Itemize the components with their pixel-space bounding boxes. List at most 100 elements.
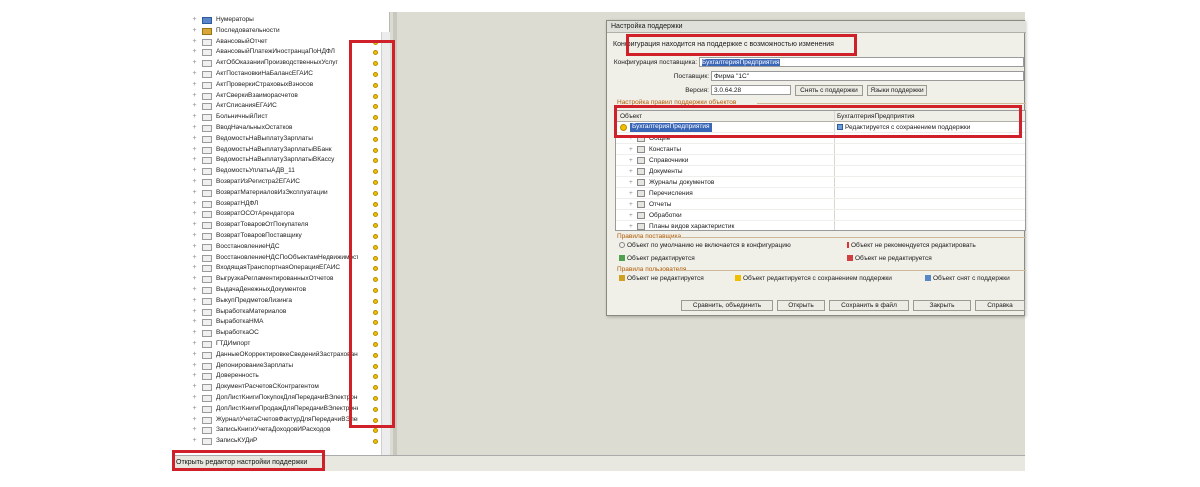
expand-icon[interactable]: + bbox=[191, 135, 198, 143]
grid-row[interactable]: + Общие bbox=[616, 133, 1025, 144]
open-button[interactable]: Открыть bbox=[777, 300, 825, 311]
expand-icon[interactable]: + bbox=[629, 168, 633, 175]
tree-item[interactable]: + ВыработкаНМА bbox=[172, 317, 389, 328]
expand-icon[interactable]: + bbox=[191, 372, 198, 380]
tree-item[interactable]: + АктСверкиВзаиморасчетов bbox=[172, 91, 389, 102]
vendor-config-field[interactable]: БухгалтерияПредприятия bbox=[699, 57, 1024, 67]
expand-icon[interactable]: + bbox=[629, 157, 633, 164]
expand-icon[interactable]: + bbox=[191, 189, 198, 197]
tree-item[interactable]: + ЗаписьКнигиУчетаДоходовИРасходов bbox=[172, 425, 389, 436]
expand-icon[interactable]: + bbox=[191, 264, 198, 272]
expand-icon[interactable]: + bbox=[191, 38, 198, 46]
tree-item[interactable]: + АктСписанияЕГАИС bbox=[172, 101, 389, 112]
expand-icon[interactable]: + bbox=[191, 318, 198, 326]
expand-icon[interactable]: + bbox=[191, 48, 198, 56]
tree-item[interactable]: + ВозвратНДФЛ bbox=[172, 199, 389, 210]
tree-item[interactable]: + ВыдачаДенежныхДокументов bbox=[172, 285, 389, 296]
tree-item[interactable]: + ВыработкаОС bbox=[172, 328, 389, 339]
expand-icon[interactable]: + bbox=[191, 297, 198, 305]
tree-item[interactable]: + АктОбОказанииПроизводственныхУслуг bbox=[172, 58, 389, 69]
expand-icon[interactable]: + bbox=[191, 124, 198, 132]
tree-item[interactable]: + ВводНачальныхОстатков bbox=[172, 123, 389, 134]
tree-item[interactable]: + ДопЛистКнигиПокупокДляПередачиВЭлектрон… bbox=[172, 393, 389, 404]
tree-item[interactable]: + БольничныйЛист bbox=[172, 112, 389, 123]
grid-row[interactable]: + Документы bbox=[616, 166, 1025, 177]
expand-icon[interactable]: + bbox=[191, 362, 198, 370]
grid-row[interactable]: + Отчеты bbox=[616, 199, 1025, 210]
expand-icon[interactable]: + bbox=[191, 405, 198, 413]
expand-icon[interactable]: + bbox=[191, 437, 198, 445]
tree-item[interactable]: + ВедомостьНаВыплатуЗарплатыВБанк bbox=[172, 145, 389, 156]
column-object[interactable]: Объект bbox=[620, 113, 642, 120]
grid-row[interactable]: + Константы bbox=[616, 144, 1025, 155]
expand-icon[interactable]: + bbox=[191, 167, 198, 175]
tree-item[interactable]: + ВосстановлениеНДС bbox=[172, 242, 389, 253]
remove-support-button[interactable]: Снять с поддержки bbox=[795, 85, 863, 96]
tree-item[interactable]: + Последовательности bbox=[172, 26, 389, 37]
expand-icon[interactable]: + bbox=[191, 70, 198, 78]
expand-icon[interactable]: + bbox=[191, 340, 198, 348]
expand-icon[interactable]: + bbox=[191, 275, 198, 283]
expand-icon[interactable]: + bbox=[629, 179, 633, 186]
expand-icon[interactable]: + bbox=[191, 113, 198, 121]
expand-icon[interactable]: + bbox=[629, 212, 633, 219]
expand-icon[interactable]: + bbox=[191, 178, 198, 186]
tree-item[interactable]: + АктПроверкиСтраховыхВзносов bbox=[172, 80, 389, 91]
expand-icon[interactable]: + bbox=[191, 351, 198, 359]
grid-row[interactable]: + Журналы документов bbox=[616, 177, 1025, 188]
tree-item[interactable]: + ВедомостьУплатыАДВ_11 bbox=[172, 166, 389, 177]
tree-item[interactable]: + ВозвратТоваровПоставщику bbox=[172, 231, 389, 242]
tree-item[interactable]: + ВыработкаМатериалов bbox=[172, 307, 389, 318]
expand-icon[interactable]: + bbox=[191, 221, 198, 229]
tree-item[interactable]: + Доверенность bbox=[172, 371, 389, 382]
support-languages-button[interactable]: Языки поддержки bbox=[867, 85, 927, 96]
tree-item[interactable]: + ВозвратТоваровОтПокупателя bbox=[172, 220, 389, 231]
expand-icon[interactable]: + bbox=[191, 232, 198, 240]
grid-row[interactable]: + Справочники bbox=[616, 155, 1025, 166]
tree-item[interactable]: + ДепонированиеЗарплаты bbox=[172, 361, 389, 372]
tree-item[interactable]: + Нумераторы bbox=[172, 15, 389, 26]
expand-icon[interactable]: + bbox=[191, 286, 198, 294]
tree-item[interactable]: + ВозвратОСОтАрендатора bbox=[172, 209, 389, 220]
expand-icon[interactable]: + bbox=[191, 102, 198, 110]
expand-icon[interactable]: + bbox=[191, 243, 198, 251]
tree-scrollbar[interactable] bbox=[381, 32, 390, 455]
expand-icon[interactable]: + bbox=[191, 27, 198, 35]
tree-item[interactable]: + АвансовыйПлатежИностранцаПоНДФЛ bbox=[172, 47, 389, 58]
close-button[interactable]: Закрыть bbox=[913, 300, 971, 311]
expand-icon[interactable]: + bbox=[191, 394, 198, 402]
tree-item[interactable]: + ВозвратМатериаловИзЭксплуатации bbox=[172, 188, 389, 199]
expand-icon[interactable]: + bbox=[191, 156, 198, 164]
expand-icon[interactable]: + bbox=[191, 92, 198, 100]
grid-root-row[interactable]: БухгалтерияПредприятия Редактируется с с… bbox=[616, 122, 1025, 133]
expand-icon[interactable]: + bbox=[191, 16, 198, 24]
expand-icon[interactable]: + bbox=[191, 308, 198, 316]
expand-icon[interactable]: + bbox=[629, 223, 633, 230]
expand-icon[interactable]: + bbox=[191, 254, 198, 262]
expand-icon[interactable]: + bbox=[629, 135, 633, 142]
tree-item[interactable]: + ВыкупПредметовЛизинга bbox=[172, 296, 389, 307]
grid-row[interactable]: + Обработки bbox=[616, 210, 1025, 221]
column-config[interactable]: БухгалтерияПредприятия bbox=[837, 113, 915, 120]
expand-icon[interactable]: + bbox=[191, 210, 198, 218]
tree-item[interactable]: + ВедомостьНаВыплатуЗарплаты bbox=[172, 134, 389, 145]
tree-item[interactable]: + ЗаписьКУДиР bbox=[172, 436, 389, 447]
tree-item[interactable]: + ВедомостьНаВыплатуЗарплатыВКассу bbox=[172, 155, 389, 166]
tree-item[interactable]: + ЖурналУчетаСчетовФактурДляПередачиВЭлек… bbox=[172, 415, 389, 426]
expand-icon[interactable]: + bbox=[191, 59, 198, 67]
expand-icon[interactable]: + bbox=[629, 201, 633, 208]
tree-item[interactable]: + ДанныеОКорректировкеСведенийЗастрахован… bbox=[172, 350, 389, 361]
expand-icon[interactable]: + bbox=[191, 426, 198, 434]
panel-splitter[interactable] bbox=[393, 12, 397, 455]
save-to-file-button[interactable]: Сохранить в файл bbox=[829, 300, 909, 311]
tree-item[interactable]: + ВходящаяТранспортнаяОперацияЕГАИС bbox=[172, 263, 389, 274]
tree-item[interactable]: + ДопЛистКнигиПродажДляПередачиВЭлектронн… bbox=[172, 404, 389, 415]
expand-icon[interactable]: + bbox=[629, 146, 633, 153]
tree-item[interactable]: + ВозвратИзРегистра2ЕГАИС bbox=[172, 177, 389, 188]
expand-icon[interactable]: + bbox=[191, 81, 198, 89]
tree-item[interactable]: + АвансовыйОтчет bbox=[172, 37, 389, 48]
expand-icon[interactable]: + bbox=[629, 190, 633, 197]
expand-icon[interactable]: + bbox=[191, 329, 198, 337]
compare-merge-button[interactable]: Сравнить, объединить bbox=[681, 300, 773, 311]
expand-icon[interactable]: + bbox=[191, 416, 198, 424]
